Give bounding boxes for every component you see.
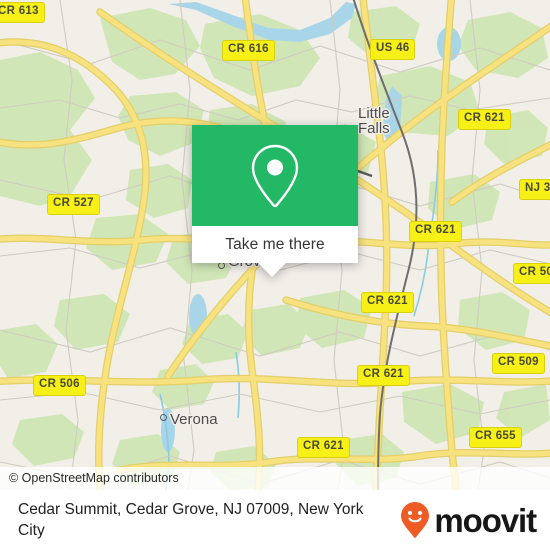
road-shield: NJ 3 [519, 179, 550, 200]
road-shield: CR 527 [47, 194, 100, 215]
road-shield: CR 613 [0, 2, 45, 23]
road-shield: CR 621 [297, 437, 350, 458]
place-marker-dot [160, 414, 167, 421]
location-popup-card[interactable]: Take me there [192, 125, 358, 277]
location-title: Cedar Summit, Cedar Grove, NJ 07009, New… [18, 501, 364, 539]
place-label: Little Falls [358, 105, 390, 137]
place-label: Verona [170, 411, 218, 428]
popup-tail-arrow [257, 262, 287, 277]
popup-header [192, 125, 358, 226]
popup-footer: Take me there [192, 226, 358, 263]
take-me-there-button[interactable]: Take me there [225, 236, 325, 254]
moovit-wordmark: moovit [434, 501, 537, 539]
page-footer: Cedar Summit, Cedar Grove, NJ 07009, New… [0, 490, 550, 550]
road-shield: US 46 [370, 39, 416, 60]
road-shield: CR 509 [492, 353, 545, 374]
road-shield: CR 506 [33, 375, 86, 396]
place-marker-dot [218, 262, 225, 269]
road-shield: CR 616 [222, 40, 275, 61]
moovit-logo[interactable]: moovit [400, 501, 537, 539]
road-shield: CR 621 [409, 221, 462, 242]
road-shield: CR 621 [458, 109, 511, 130]
moovit-smiley-pin-icon [401, 502, 430, 538]
osm-attribution: © OpenStreetMap contributors [0, 467, 550, 490]
road-shield: CR 621 [361, 292, 414, 313]
map-canvas[interactable]: CR 613 CR 616 US 46 CR 621 NJ 3 CR 527 CR 621 C… [0, 0, 550, 490]
road-shield: CR 621 [357, 365, 410, 386]
road-shield: CR 655 [469, 427, 522, 448]
moovit-map-page: CR 613 CR 616 US 46 CR 621 NJ 3 CR 527 CR 621 C… [0, 0, 550, 550]
location-pin-icon [251, 144, 299, 207]
road-shield: CR 509 [513, 263, 550, 284]
